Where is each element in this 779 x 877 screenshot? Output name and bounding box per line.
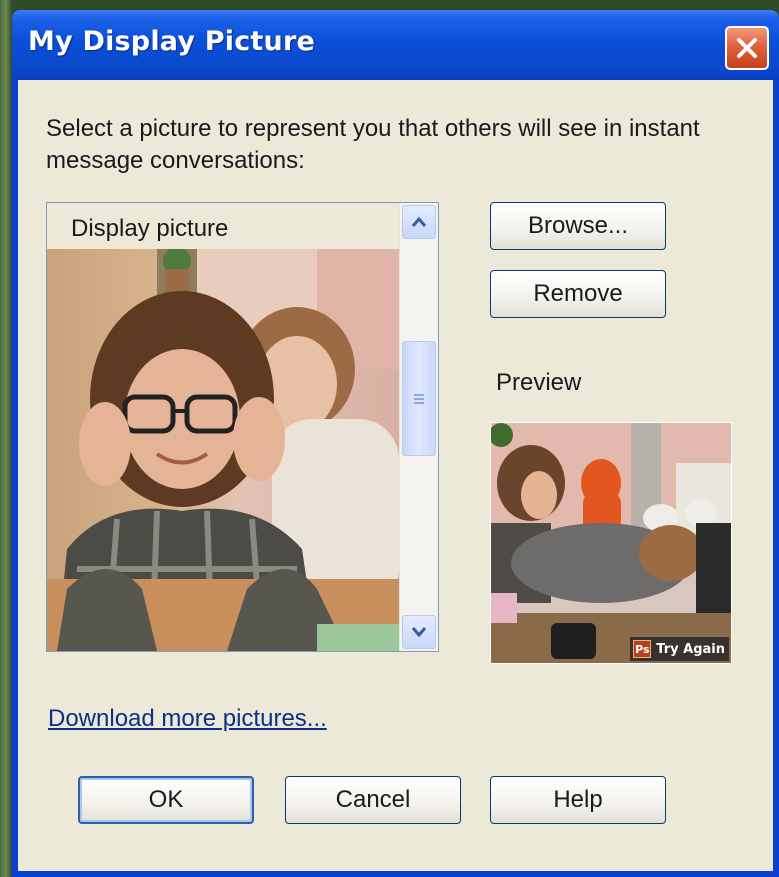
display-picture-thumbnail[interactable] (47, 249, 399, 651)
scroll-thumb[interactable] (402, 341, 436, 456)
grip-icon (414, 393, 424, 404)
list-scrollbar[interactable] (399, 203, 438, 651)
chevron-up-icon (411, 216, 427, 227)
remove-button[interactable]: Remove (490, 270, 666, 318)
window-title: My Display Picture (28, 26, 315, 57)
close-icon (737, 38, 757, 58)
try-again-badge[interactable]: Ps Try Again (630, 637, 729, 661)
preview-image-frame: Ps Try Again (490, 422, 732, 664)
download-more-pictures-link[interactable]: Download more pictures... (48, 705, 327, 733)
dialog-body: Select a picture to represent you that o… (18, 80, 773, 871)
title-bar[interactable]: My Display Picture (12, 10, 779, 80)
instructions-text: Select a picture to represent you that o… (46, 115, 700, 174)
preview-label: Preview (496, 369, 582, 396)
cancel-button[interactable]: Cancel (285, 776, 461, 824)
display-picture-list[interactable]: Display picture (46, 202, 439, 652)
chevron-down-icon (411, 627, 427, 638)
close-button[interactable] (725, 26, 769, 70)
my-display-picture-dialog: My Display Picture Select a picture to r… (12, 10, 779, 877)
list-header-label: Display picture (71, 215, 229, 242)
scroll-down-button[interactable] (402, 615, 436, 649)
browse-button[interactable]: Browse... (490, 202, 666, 250)
list-group-header: Display picture (47, 203, 399, 250)
help-button[interactable]: Help (490, 776, 666, 824)
scroll-up-button[interactable] (402, 205, 436, 239)
try-again-label: Try Again (656, 641, 725, 657)
preview-image (491, 423, 731, 663)
ok-button[interactable]: OK (78, 776, 254, 824)
photoshop-icon: Ps (633, 640, 652, 658)
